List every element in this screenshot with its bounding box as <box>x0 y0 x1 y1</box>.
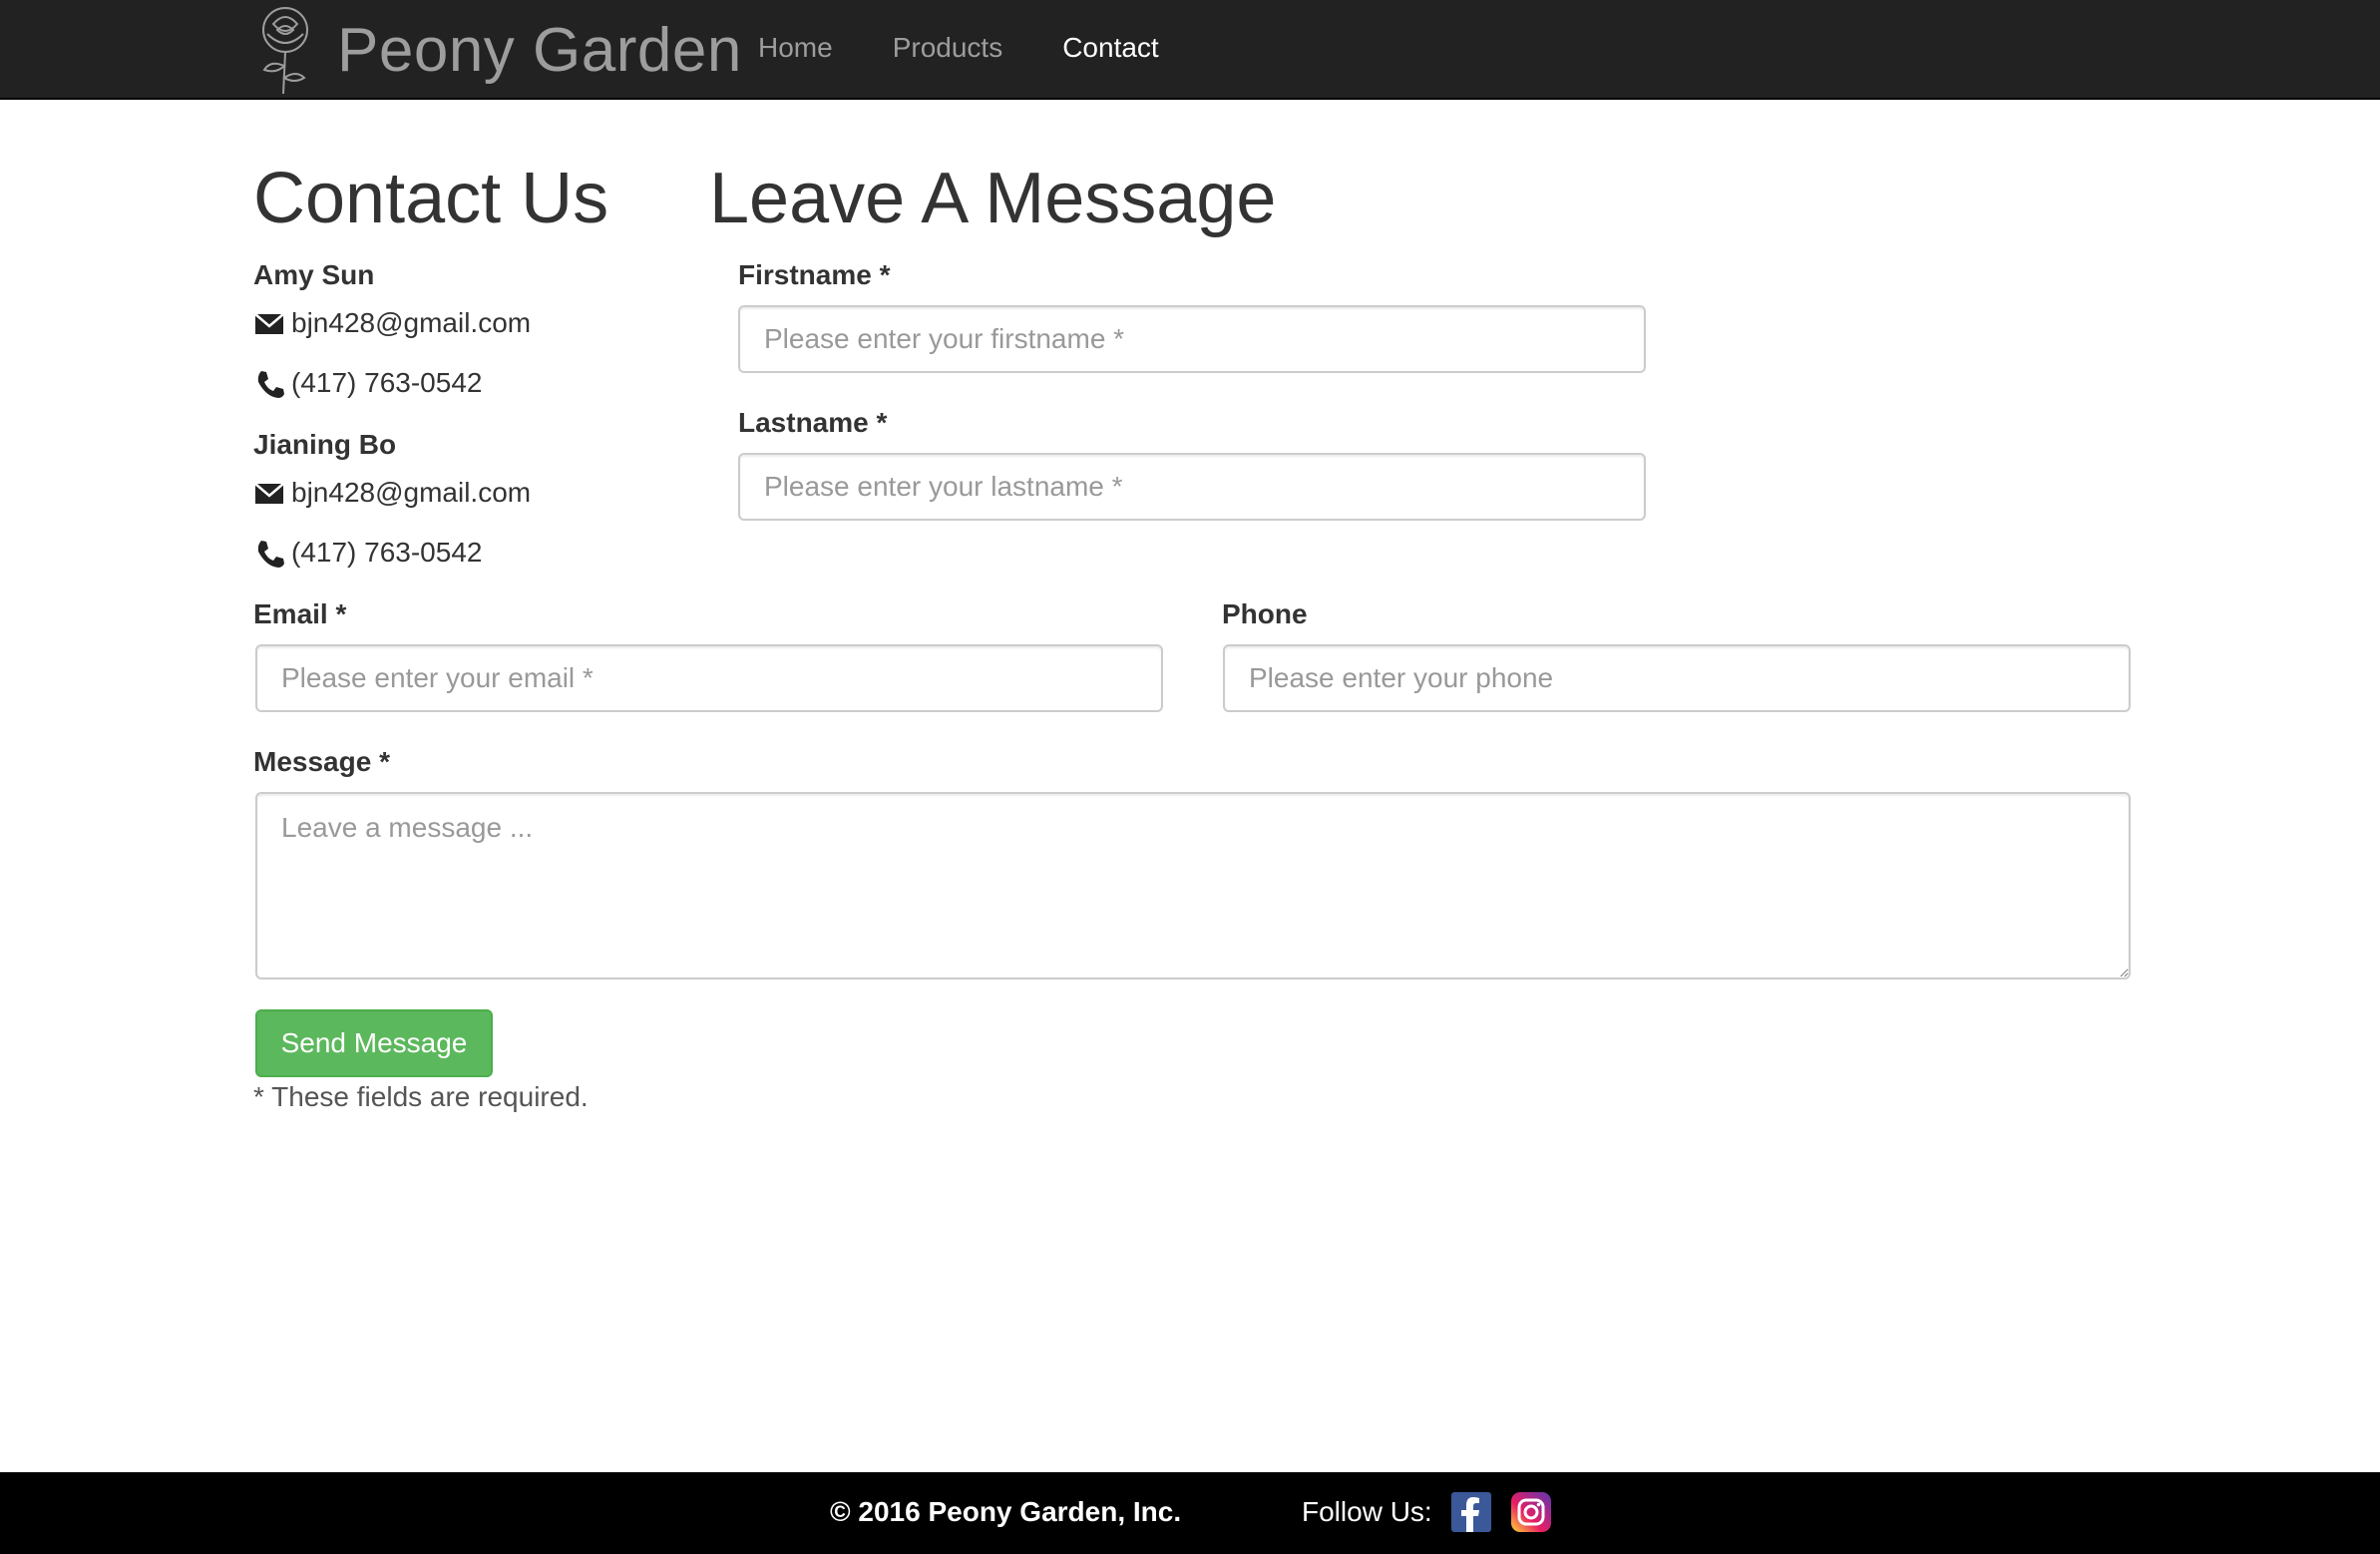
envelope-icon <box>254 313 284 334</box>
phone-icon <box>257 371 284 398</box>
copyright: © 2016 Peony Garden, Inc. <box>830 1496 1182 1527</box>
navbar: Peony Garden Home Products Contact <box>0 0 2380 100</box>
brand-name[interactable]: Peony Garden <box>337 15 742 86</box>
phone-icon <box>257 541 284 568</box>
phone-text: (417) 763-0542 <box>291 537 483 568</box>
contact-name: Amy Sun <box>253 259 375 290</box>
contact-phone: (417) 763-0542 <box>253 367 482 399</box>
lastname-label: Lastname * <box>738 407 888 438</box>
contact-name: Jianing Bo <box>253 429 397 460</box>
firstname-input[interactable] <box>738 305 1646 373</box>
contact-email: bjn428@gmail.com <box>253 307 531 339</box>
rose-logo-icon <box>262 7 308 95</box>
follow-label: Follow Us: <box>1302 1496 1432 1527</box>
lastname-input[interactable] <box>738 453 1646 521</box>
message-label: Message * <box>253 746 390 777</box>
email-text: bjn428@gmail.com <box>291 307 532 338</box>
nav-links: Home Products Contact <box>758 0 1219 96</box>
instagram-icon[interactable] <box>1511 1492 1551 1532</box>
required-note: * These fields are required. <box>253 1081 589 1112</box>
email-label: Email * <box>253 598 347 629</box>
contact-phone: (417) 763-0542 <box>253 537 482 569</box>
send-message-button[interactable]: Send Message <box>255 1009 493 1077</box>
nav-contact[interactable]: Contact <box>1062 32 1159 64</box>
contact-email: bjn428@gmail.com <box>253 477 531 509</box>
firstname-label: Firstname * <box>738 259 891 290</box>
message-textarea[interactable] <box>255 792 2131 979</box>
facebook-icon[interactable] <box>1451 1492 1491 1532</box>
phone-input[interactable] <box>1223 644 2131 712</box>
phone-label: Phone <box>1222 598 1308 629</box>
nav-home[interactable]: Home <box>758 32 833 64</box>
contact-heading: Contact Us <box>253 159 609 238</box>
message-heading: Leave A Message <box>709 159 1277 238</box>
phone-text: (417) 763-0542 <box>291 367 483 398</box>
email-text: bjn428@gmail.com <box>291 477 532 508</box>
email-input[interactable] <box>255 644 1163 712</box>
envelope-icon <box>254 483 284 504</box>
nav-products[interactable]: Products <box>893 32 1003 64</box>
footer: © 2016 Peony Garden, Inc. Follow Us: <box>0 1472 2380 1554</box>
brand[interactable]: Peony Garden <box>253 4 742 96</box>
